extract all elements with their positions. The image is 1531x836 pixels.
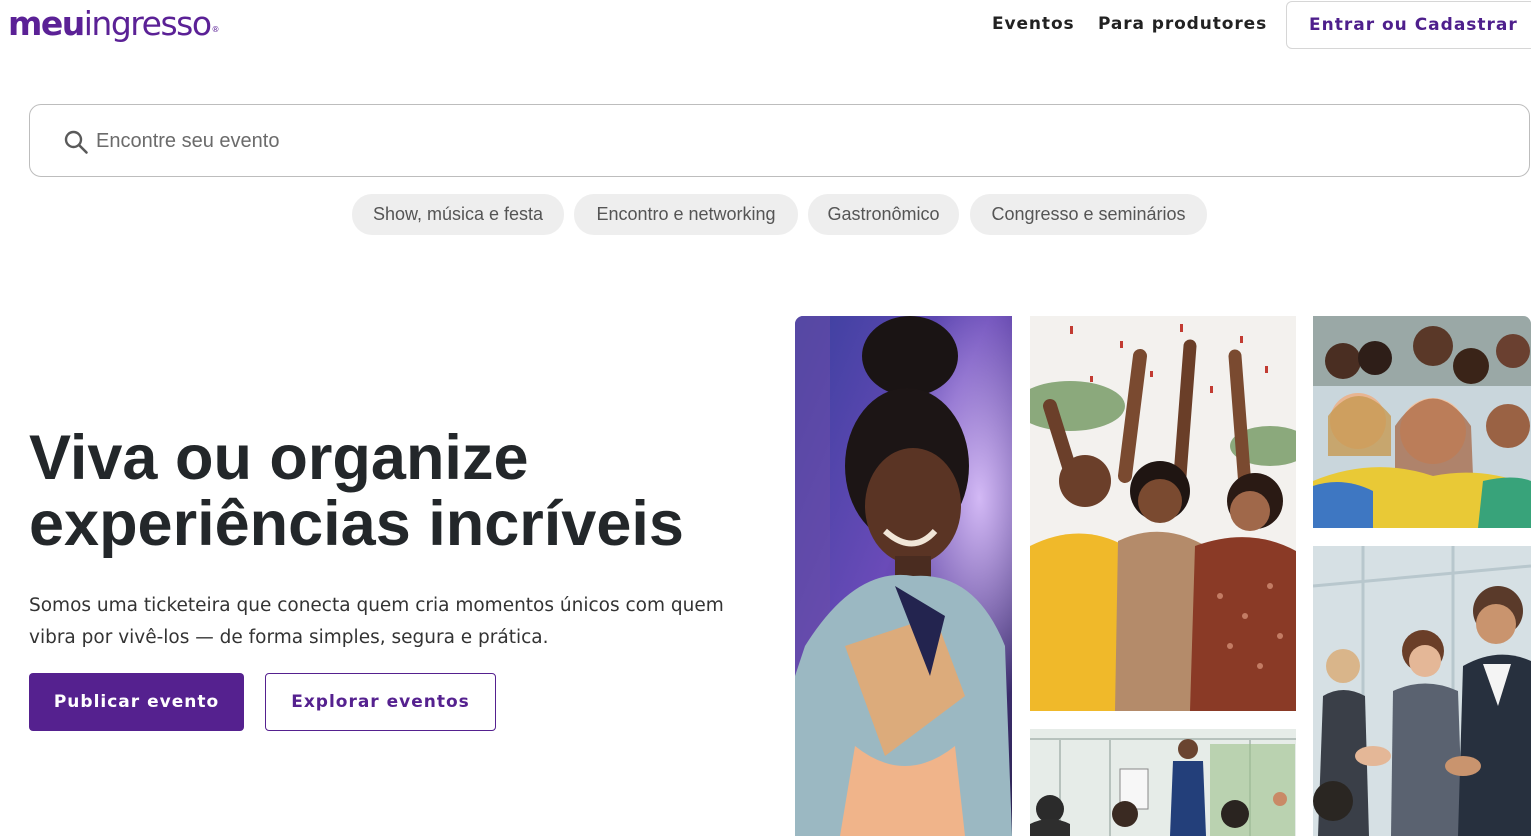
nav-link-para-produtores[interactable]: Para produtores — [1098, 14, 1267, 34]
explore-events-button[interactable]: Explorar eventos — [265, 673, 496, 731]
logo-part-meu: meu — [8, 4, 85, 43]
category-chip-show-musica-festa[interactable]: Show, música e festa — [352, 194, 564, 235]
hero-title-line-1: Viva ou organize — [29, 423, 529, 493]
hero-photo-friends-celebrating — [1030, 316, 1296, 711]
category-chip-gastronomico[interactable]: Gastronômico — [808, 194, 959, 235]
hero-description: Somos uma ticketeira que conecta quem cr… — [29, 595, 724, 648]
page: meu ingresso ® Eventos Para produtores Ent… — [0, 0, 1531, 836]
logo[interactable]: meu ingresso ® — [8, 4, 220, 50]
hero-photo-audience-applauding — [1313, 546, 1531, 836]
login-signup-button[interactable]: Entrar ou Cadastrar — [1286, 1, 1531, 49]
category-chip-congresso-seminarios[interactable]: Congresso e seminários — [970, 194, 1207, 235]
hero-title-line-2: experiências incríveis — [29, 489, 684, 559]
search-bar[interactable] — [29, 104, 1530, 177]
logo-registered-mark: ® — [211, 25, 220, 34]
search-input[interactable] — [96, 121, 1496, 161]
hero-title: Viva ou organize experiências incríveis — [29, 425, 769, 557]
search-icon — [63, 129, 89, 155]
publish-event-button[interactable]: Publicar evento — [29, 673, 244, 731]
logo-part-ingresso: ingresso — [83, 4, 212, 43]
hero-photo-woman-dancing — [795, 316, 1012, 836]
category-chip-encontro-networking[interactable]: Encontro e networking — [574, 194, 798, 235]
hero-photo-conference-speaker — [1030, 729, 1296, 836]
hero-photo-group-selfie — [1313, 316, 1531, 528]
nav-link-eventos[interactable]: Eventos — [992, 14, 1075, 34]
